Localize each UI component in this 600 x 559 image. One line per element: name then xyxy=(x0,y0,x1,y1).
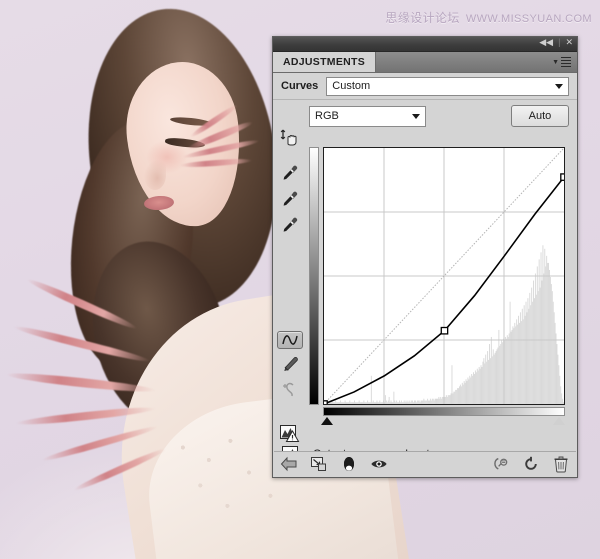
panel-tab-row: ADJUSTMENTS ▼ xyxy=(273,52,577,73)
hamburger-icon xyxy=(561,55,571,69)
panel-titlebar: ◀◀ | ✕ xyxy=(273,37,577,52)
histogram-warning-icon xyxy=(280,425,300,442)
curve-point-tool[interactable] xyxy=(277,331,303,349)
curves-plot xyxy=(324,148,564,404)
auto-button[interactable]: Auto xyxy=(511,105,569,127)
channel-row: RGB Auto xyxy=(273,100,577,132)
watermark-chinese: 思缘设计论坛 xyxy=(385,11,460,25)
preset-select[interactable]: Custom xyxy=(326,76,569,96)
clip-to-layer-button[interactable] xyxy=(310,455,328,473)
titlebar-separator: | xyxy=(558,37,561,47)
pencil-icon xyxy=(284,357,298,371)
smooth-curve-tool[interactable] xyxy=(278,381,302,399)
reset-adjustment-button[interactable] xyxy=(522,455,540,473)
panel-menu-icon[interactable]: ▼ xyxy=(552,52,577,72)
hand-with-arrows-icon xyxy=(280,129,297,146)
previous-state-icon xyxy=(494,457,508,470)
curves-display-options[interactable] xyxy=(278,423,302,443)
eyedropper-icon xyxy=(283,191,298,206)
trash-icon xyxy=(554,456,568,473)
return-to-adjustment-list-button[interactable] xyxy=(280,455,298,473)
collapse-panel-icon[interactable]: ◀◀ xyxy=(539,38,553,47)
left-arrow-icon xyxy=(280,456,297,472)
black-point-eyedropper[interactable] xyxy=(278,163,302,183)
eyedropper-icon xyxy=(283,165,298,180)
mask-ellipse-icon xyxy=(344,457,354,471)
chevron-down-icon xyxy=(555,83,563,89)
close-icon[interactable]: ✕ xyxy=(565,38,573,47)
output-gradient-bar xyxy=(309,147,319,405)
tab-adjustments-label: ADJUSTMENTS xyxy=(283,56,366,68)
white-point-marker[interactable] xyxy=(553,417,565,425)
white-point-eyedropper[interactable] xyxy=(278,215,302,235)
on-image-adjustment-tool[interactable] xyxy=(278,127,302,149)
curves-graph[interactable] xyxy=(323,147,565,405)
channel-select[interactable]: RGB xyxy=(309,105,426,127)
gray-point-eyedropper[interactable] xyxy=(278,189,302,209)
screenshot-root: 思缘设计论坛 WWW.MISSYUAN.COM ◀◀ | ✕ ADJUSTMENT… xyxy=(0,0,600,559)
clip-layer-icon xyxy=(311,457,326,471)
preset-row: Curves Custom xyxy=(273,73,577,100)
tab-adjustments[interactable]: ADJUSTMENTS xyxy=(273,52,377,72)
model-nose xyxy=(144,160,166,190)
toggle-layer-mask-button[interactable] xyxy=(340,455,358,473)
toggle-layer-visibility-button[interactable] xyxy=(370,455,388,473)
reset-icon xyxy=(525,456,537,470)
smooth-s-icon xyxy=(283,382,294,397)
eye-icon xyxy=(371,460,387,468)
chevron-down-icon: ▼ xyxy=(552,58,559,66)
auto-button-label: Auto xyxy=(528,110,552,122)
panel-bottom-toolbar xyxy=(274,451,576,476)
curves-tool-strip xyxy=(274,129,306,443)
chevron-down-icon xyxy=(412,113,420,119)
channel-select-value: RGB xyxy=(315,110,339,122)
watermark-url: WWW.MISSYUAN.COM xyxy=(465,13,592,25)
tab-row-filler xyxy=(376,52,552,72)
watermark: 思缘设计论坛 WWW.MISSYUAN.COM xyxy=(385,9,592,26)
adjustments-panel: ◀◀ | ✕ ADJUSTMENTS ▼ Curves Custom RGB A… xyxy=(272,36,578,478)
delete-adjustment-layer-button[interactable] xyxy=(552,455,570,473)
curves-graph-area xyxy=(309,147,565,435)
eyedropper-icon xyxy=(283,217,298,232)
preset-label: Curves xyxy=(281,80,319,92)
preset-select-value: Custom xyxy=(332,80,371,92)
view-previous-state-button[interactable] xyxy=(492,455,510,473)
pencil-draw-tool[interactable] xyxy=(278,355,302,375)
curve-icon xyxy=(282,335,298,345)
input-gradient-bar xyxy=(323,407,565,416)
black-point-marker[interactable] xyxy=(321,417,333,425)
